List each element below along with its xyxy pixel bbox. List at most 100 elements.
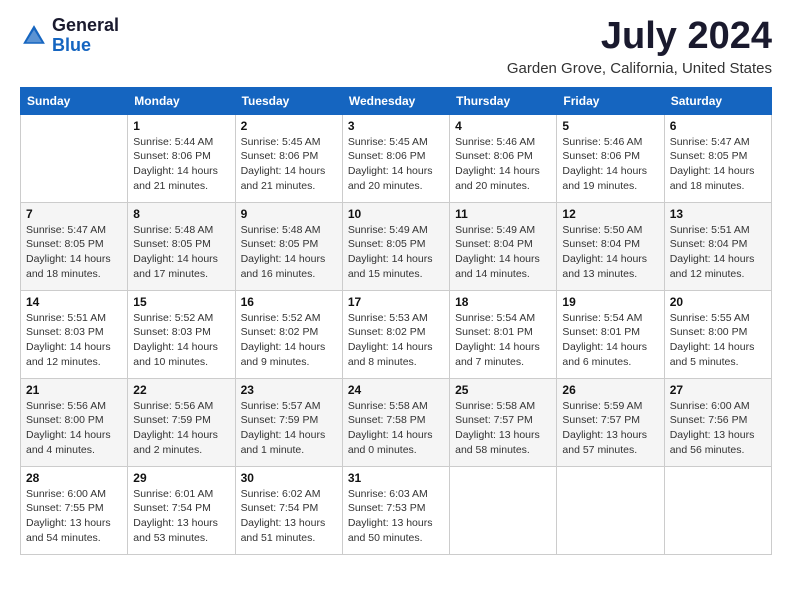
calendar-day-cell: 23 Sunrise: 5:57 AM Sunset: 7:59 PM Dayli…	[235, 378, 342, 466]
calendar-day-cell: 15Sunrise: 5:52 AM Sunset: 8:03 PM Dayli…	[128, 290, 235, 378]
day-number: 8	[133, 207, 229, 221]
calendar-day-cell	[450, 466, 557, 554]
calendar-day-header: Sunday	[21, 87, 128, 114]
day-info: Sunrise: 5:56 AM Sunset: 7:59 PM Dayligh…	[133, 399, 229, 458]
day-number: 31	[348, 471, 444, 485]
day-info: Sunrise: 5:44 AM Sunset: 8:06 PM Dayligh…	[133, 135, 229, 194]
day-number: 21	[26, 383, 122, 397]
day-info: Sunrise: 5:49 AM Sunset: 8:04 PM Dayligh…	[455, 223, 551, 282]
calendar-day-header: Saturday	[664, 87, 771, 114]
logo-blue: Blue	[52, 35, 91, 55]
day-number: 5	[562, 119, 658, 133]
day-info: Sunrise: 5:59 AM Sunset: 7:57 PM Dayligh…	[562, 399, 658, 458]
day-info: Sunrise: 5:55 AM Sunset: 8:00 PM Dayligh…	[670, 311, 766, 370]
calendar-day-cell: 21 Sunrise: 5:56 AM Sunset: 8:00 PM Dayli…	[21, 378, 128, 466]
calendar-week-row: 7 Sunrise: 5:47 AM Sunset: 8:05 PM Daylig…	[21, 202, 772, 290]
calendar-day-header: Monday	[128, 87, 235, 114]
calendar-day-cell: 29Sunrise: 6:01 AM Sunset: 7:54 PM Dayli…	[128, 466, 235, 554]
calendar-day-cell: 16Sunrise: 5:52 AM Sunset: 8:02 PM Dayli…	[235, 290, 342, 378]
title-area: July 2024 Garden Grove, California, Unit…	[507, 16, 772, 77]
logo-general: General	[52, 15, 119, 35]
day-number: 24	[348, 383, 444, 397]
day-number: 6	[670, 119, 766, 133]
day-number: 11	[455, 207, 551, 221]
day-info: Sunrise: 5:51 AM Sunset: 8:04 PM Dayligh…	[670, 223, 766, 282]
day-info: Sunrise: 6:02 AM Sunset: 7:54 PM Dayligh…	[241, 487, 337, 546]
calendar-day-cell: 31 Sunrise: 6:03 AM Sunset: 7:53 PM Dayli…	[342, 466, 449, 554]
calendar-week-row: 28Sunrise: 6:00 AM Sunset: 7:55 PM Dayli…	[21, 466, 772, 554]
day-info: Sunrise: 5:58 AM Sunset: 7:57 PM Dayligh…	[455, 399, 551, 458]
calendar-day-cell: 27 Sunrise: 6:00 AM Sunset: 7:56 PM Dayli…	[664, 378, 771, 466]
day-info: Sunrise: 5:51 AM Sunset: 8:03 PM Dayligh…	[26, 311, 122, 370]
day-number: 30	[241, 471, 337, 485]
calendar-day-header: Thursday	[450, 87, 557, 114]
logo: General Blue	[20, 16, 119, 56]
day-number: 3	[348, 119, 444, 133]
day-info: Sunrise: 5:57 AM Sunset: 7:59 PM Dayligh…	[241, 399, 337, 458]
day-info: Sunrise: 5:47 AM Sunset: 8:05 PM Dayligh…	[26, 223, 122, 282]
calendar-day-cell: 4Sunrise: 5:46 AM Sunset: 8:06 PM Daylig…	[450, 114, 557, 202]
calendar-day-cell: 18Sunrise: 5:54 AM Sunset: 8:01 PM Dayli…	[450, 290, 557, 378]
calendar-week-row: 14 Sunrise: 5:51 AM Sunset: 8:03 PM Dayli…	[21, 290, 772, 378]
day-number: 27	[670, 383, 766, 397]
day-info: Sunrise: 5:54 AM Sunset: 8:01 PM Dayligh…	[455, 311, 551, 370]
calendar-day-cell	[557, 466, 664, 554]
day-info: Sunrise: 5:52 AM Sunset: 8:02 PM Dayligh…	[241, 311, 337, 370]
calendar-day-cell: 17 Sunrise: 5:53 AM Sunset: 8:02 PM Dayli…	[342, 290, 449, 378]
calendar-day-cell: 25 Sunrise: 5:58 AM Sunset: 7:57 PM Dayli…	[450, 378, 557, 466]
day-info: Sunrise: 5:46 AM Sunset: 8:06 PM Dayligh…	[562, 135, 658, 194]
day-number: 7	[26, 207, 122, 221]
calendar-day-cell	[664, 466, 771, 554]
day-info: Sunrise: 5:49 AM Sunset: 8:05 PM Dayligh…	[348, 223, 444, 282]
day-number: 13	[670, 207, 766, 221]
day-number: 23	[241, 383, 337, 397]
day-info: Sunrise: 5:46 AM Sunset: 8:06 PM Dayligh…	[455, 135, 551, 194]
day-number: 12	[562, 207, 658, 221]
logo-icon	[20, 22, 48, 50]
location-title: Garden Grove, California, United States	[507, 60, 772, 77]
calendar-day-cell: 30 Sunrise: 6:02 AM Sunset: 7:54 PM Dayli…	[235, 466, 342, 554]
day-number: 9	[241, 207, 337, 221]
calendar-day-header: Tuesday	[235, 87, 342, 114]
logo-text: General Blue	[52, 16, 119, 56]
calendar-day-cell: 3 Sunrise: 5:45 AM Sunset: 8:06 PM Daylig…	[342, 114, 449, 202]
calendar-day-cell: 8 Sunrise: 5:48 AM Sunset: 8:05 PM Daylig…	[128, 202, 235, 290]
calendar-day-cell: 24 Sunrise: 5:58 AM Sunset: 7:58 PM Dayli…	[342, 378, 449, 466]
calendar-day-cell: 6 Sunrise: 5:47 AM Sunset: 8:05 PM Daylig…	[664, 114, 771, 202]
day-info: Sunrise: 5:47 AM Sunset: 8:05 PM Dayligh…	[670, 135, 766, 194]
day-info: Sunrise: 6:03 AM Sunset: 7:53 PM Dayligh…	[348, 487, 444, 546]
day-info: Sunrise: 6:01 AM Sunset: 7:54 PM Dayligh…	[133, 487, 229, 546]
calendar-day-cell: 19Sunrise: 5:54 AM Sunset: 8:01 PM Dayli…	[557, 290, 664, 378]
calendar-week-row: 21 Sunrise: 5:56 AM Sunset: 8:00 PM Dayli…	[21, 378, 772, 466]
day-info: Sunrise: 5:45 AM Sunset: 8:06 PM Dayligh…	[241, 135, 337, 194]
day-info: Sunrise: 5:56 AM Sunset: 8:00 PM Dayligh…	[26, 399, 122, 458]
day-info: Sunrise: 6:00 AM Sunset: 7:55 PM Dayligh…	[26, 487, 122, 546]
calendar-day-cell: 9 Sunrise: 5:48 AM Sunset: 8:05 PM Daylig…	[235, 202, 342, 290]
calendar-day-header: Wednesday	[342, 87, 449, 114]
calendar-day-cell: 20 Sunrise: 5:55 AM Sunset: 8:00 PM Dayli…	[664, 290, 771, 378]
calendar-day-cell: 13 Sunrise: 5:51 AM Sunset: 8:04 PM Dayli…	[664, 202, 771, 290]
day-number: 22	[133, 383, 229, 397]
day-info: Sunrise: 5:53 AM Sunset: 8:02 PM Dayligh…	[348, 311, 444, 370]
day-info: Sunrise: 5:58 AM Sunset: 7:58 PM Dayligh…	[348, 399, 444, 458]
day-number: 17	[348, 295, 444, 309]
calendar-week-row: 1 Sunrise: 5:44 AM Sunset: 8:06 PM Daylig…	[21, 114, 772, 202]
calendar-day-header: Friday	[557, 87, 664, 114]
day-info: Sunrise: 5:54 AM Sunset: 8:01 PM Dayligh…	[562, 311, 658, 370]
calendar-header-row: SundayMondayTuesdayWednesdayThursdayFrid…	[21, 87, 772, 114]
day-number: 20	[670, 295, 766, 309]
calendar-day-cell: 14 Sunrise: 5:51 AM Sunset: 8:03 PM Dayli…	[21, 290, 128, 378]
calendar-day-cell: 5 Sunrise: 5:46 AM Sunset: 8:06 PM Daylig…	[557, 114, 664, 202]
day-info: Sunrise: 5:45 AM Sunset: 8:06 PM Dayligh…	[348, 135, 444, 194]
day-info: Sunrise: 5:48 AM Sunset: 8:05 PM Dayligh…	[133, 223, 229, 282]
day-number: 25	[455, 383, 551, 397]
calendar-day-cell: 2Sunrise: 5:45 AM Sunset: 8:06 PM Daylig…	[235, 114, 342, 202]
day-number: 1	[133, 119, 229, 133]
day-number: 14	[26, 295, 122, 309]
day-info: Sunrise: 5:48 AM Sunset: 8:05 PM Dayligh…	[241, 223, 337, 282]
calendar-day-cell: 12Sunrise: 5:50 AM Sunset: 8:04 PM Dayli…	[557, 202, 664, 290]
month-title: July 2024	[507, 16, 772, 58]
day-info: Sunrise: 6:00 AM Sunset: 7:56 PM Dayligh…	[670, 399, 766, 458]
day-number: 10	[348, 207, 444, 221]
day-info: Sunrise: 5:52 AM Sunset: 8:03 PM Dayligh…	[133, 311, 229, 370]
